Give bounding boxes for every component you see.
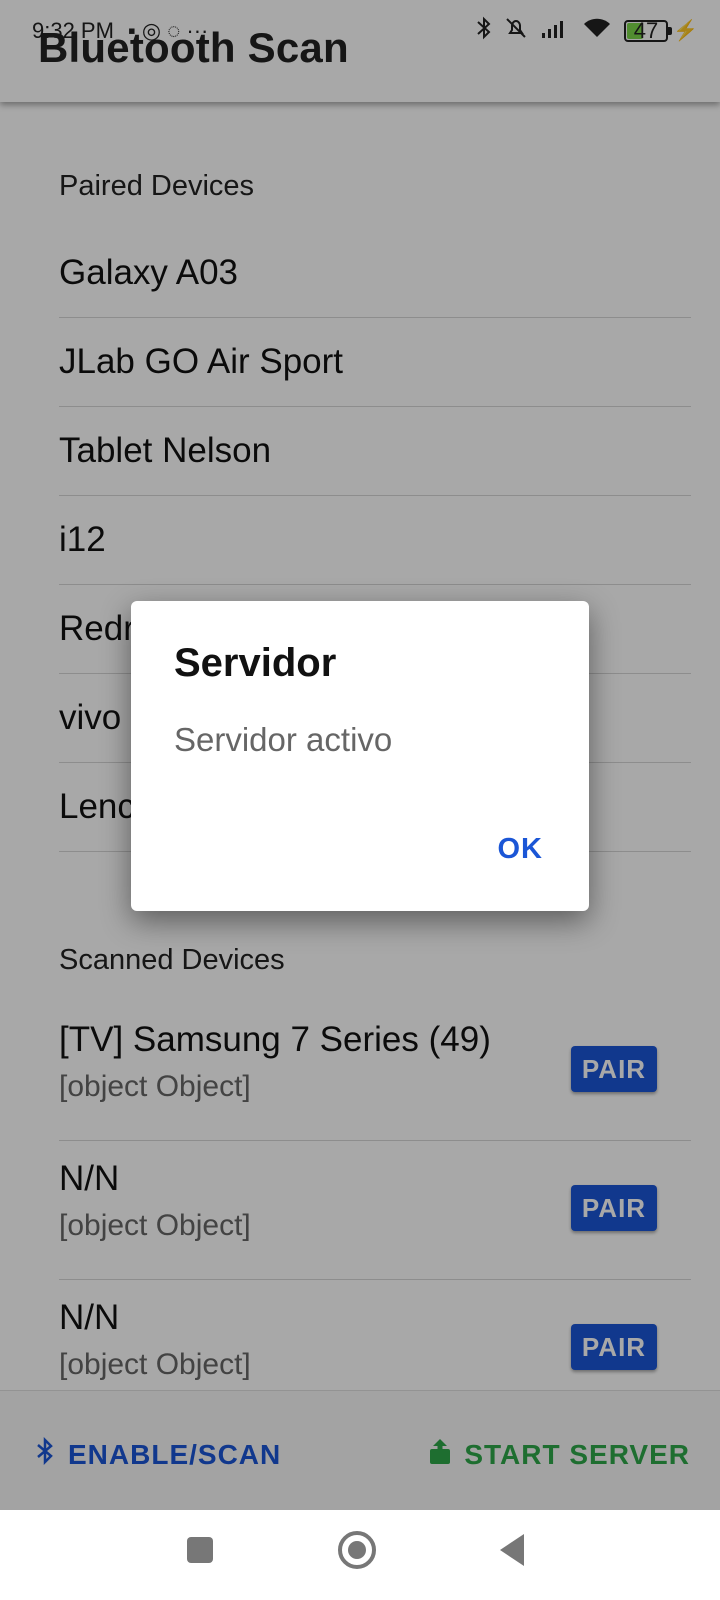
dialog-title: Servidor	[174, 641, 337, 685]
back-button[interactable]	[500, 1534, 524, 1566]
alert-dialog: Servidor Servidor activo OK	[131, 601, 589, 911]
system-nav-bar	[0, 1510, 720, 1600]
dialog-message: Servidor activo	[174, 721, 393, 758]
ok-button[interactable]: OK	[498, 833, 544, 866]
home-button[interactable]	[338, 1531, 376, 1569]
recents-button[interactable]	[187, 1537, 213, 1563]
